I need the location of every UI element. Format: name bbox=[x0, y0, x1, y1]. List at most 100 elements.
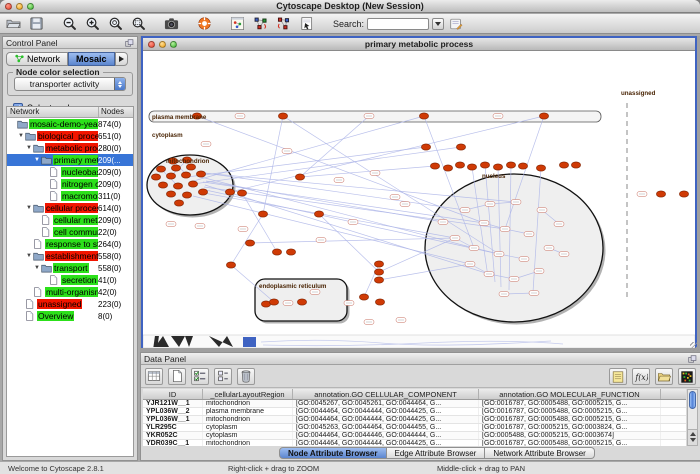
layout-network-2-button[interactable] bbox=[275, 15, 292, 32]
network-node-selected[interactable] bbox=[237, 190, 246, 196]
tab-network-attribute-browser[interactable]: Network Attribute Browser bbox=[485, 447, 594, 459]
tree-row[interactable]: ▼transport558(0) bbox=[7, 262, 133, 274]
table-scrollbar[interactable] bbox=[687, 389, 698, 446]
network-node-selected[interactable] bbox=[173, 183, 182, 189]
snapshot-button[interactable] bbox=[163, 15, 180, 32]
tree-row[interactable]: ▼cellular process614(0) bbox=[7, 202, 133, 214]
attribute-table-button[interactable] bbox=[145, 368, 163, 385]
tree-column-nodes[interactable]: Nodes bbox=[99, 107, 133, 117]
save-button[interactable] bbox=[28, 15, 45, 32]
network-node-selected[interactable] bbox=[286, 249, 295, 255]
network-edge[interactable] bbox=[187, 147, 426, 177]
table-row[interactable]: YKR052Ccytoplasm[GO:0044464, GO:0044446,… bbox=[143, 432, 686, 440]
scroll-up-icon[interactable] bbox=[690, 432, 696, 436]
import-attributes-button[interactable] bbox=[655, 368, 673, 385]
network-node-selected[interactable] bbox=[430, 163, 439, 169]
tree-row[interactable]: ▼primary metabo209(... bbox=[7, 154, 133, 166]
network-node-selected[interactable] bbox=[151, 174, 160, 180]
network-edge[interactable] bbox=[300, 166, 435, 177]
layout-network-1-button[interactable] bbox=[252, 15, 269, 32]
help-ring-button[interactable] bbox=[196, 15, 213, 32]
tab-mosaic[interactable]: Mosaic bbox=[68, 52, 115, 66]
search-input[interactable] bbox=[367, 18, 429, 30]
network-node-selected[interactable] bbox=[171, 165, 180, 171]
scrollbar-thumb[interactable] bbox=[689, 391, 696, 409]
network-node-selected[interactable] bbox=[314, 211, 323, 217]
network-node-selected[interactable] bbox=[571, 162, 580, 168]
network-node-selected[interactable] bbox=[374, 269, 383, 275]
select-attributes-button[interactable] bbox=[191, 368, 209, 385]
tab-edge-attribute-browser[interactable]: Edge Attribute Browser bbox=[387, 447, 486, 459]
network-node-selected[interactable] bbox=[456, 144, 465, 150]
open-file-button[interactable] bbox=[5, 15, 22, 32]
table-row[interactable]: YLR295Ccytoplasm[GO:0045263, GO:0044464,… bbox=[143, 424, 686, 432]
network-node-selected[interactable] bbox=[419, 113, 428, 119]
zoom-selected-button[interactable] bbox=[130, 15, 147, 32]
network-node-selected[interactable] bbox=[506, 162, 515, 168]
network-node-selected[interactable] bbox=[493, 164, 502, 170]
tree-row[interactable]: nitrogen compo209(0) bbox=[7, 178, 133, 190]
column-format-button[interactable] bbox=[214, 368, 232, 385]
tab-network[interactable]: Network bbox=[6, 52, 68, 66]
delete-attribute-button[interactable] bbox=[237, 368, 255, 385]
network-node-selected[interactable] bbox=[182, 192, 191, 198]
network-node-selected[interactable] bbox=[181, 172, 190, 178]
table-row[interactable]: YPL036W__1mitochondrion[GO:0044464, GO:0… bbox=[143, 416, 686, 424]
table-row[interactable]: YJR121W__1mitochondrion[GO:0045267, GO:0… bbox=[143, 400, 686, 408]
column-header[interactable]: annotation.GO CELLULAR_COMPONENT bbox=[293, 389, 479, 399]
notes-button[interactable] bbox=[609, 368, 627, 385]
tab-overflow-button[interactable] bbox=[115, 52, 128, 66]
heatmap-matrix-button[interactable] bbox=[678, 368, 696, 385]
network-node-selected[interactable] bbox=[269, 299, 278, 305]
network-node-selected[interactable] bbox=[518, 163, 527, 169]
tab-node-attribute-browser[interactable]: Node Attribute Browser bbox=[279, 447, 387, 459]
network-node-selected[interactable] bbox=[198, 189, 207, 195]
scroll-down-icon[interactable] bbox=[690, 438, 696, 442]
column-header[interactable]: annotation.GO MOLECULAR_FUNCTION bbox=[479, 389, 661, 399]
network-node-selected[interactable] bbox=[455, 162, 464, 168]
network-edge[interactable] bbox=[250, 238, 455, 243]
network-view-titlebar[interactable]: primary metabolic process bbox=[143, 38, 695, 51]
tree-column-network[interactable]: Network bbox=[7, 107, 99, 117]
network-node-selected[interactable] bbox=[245, 240, 254, 246]
tree-row[interactable]: response to stimulu264(0) bbox=[7, 238, 133, 250]
tree-row[interactable]: macromolecule311(0) bbox=[7, 190, 133, 202]
network-edge[interactable] bbox=[193, 147, 461, 184]
annotation-select-button[interactable] bbox=[298, 15, 315, 32]
tree-row[interactable]: secretion41(0) bbox=[7, 274, 133, 286]
network-node-selected[interactable] bbox=[480, 162, 489, 168]
node-color-combobox[interactable]: transporter activity bbox=[14, 77, 126, 91]
network-node-selected[interactable] bbox=[443, 165, 452, 171]
network-node-selected[interactable] bbox=[174, 200, 183, 206]
tree-row[interactable]: cellular metabol209(0) bbox=[7, 214, 133, 226]
zoom-fit-button[interactable] bbox=[107, 15, 124, 32]
column-header[interactable]: _cellularLayoutRegion bbox=[203, 389, 293, 399]
network-node-selected[interactable] bbox=[297, 299, 306, 305]
network-node-selected[interactable] bbox=[374, 261, 383, 267]
network-node-selected[interactable] bbox=[536, 165, 545, 171]
network-node-selected[interactable] bbox=[421, 144, 430, 150]
network-node-selected[interactable] bbox=[272, 249, 281, 255]
resize-grip[interactable] bbox=[690, 342, 699, 351]
network-canvas[interactable]: plasma membranecytoplasmmitochondrionnuc… bbox=[143, 51, 695, 348]
network-node-selected[interactable] bbox=[375, 299, 384, 305]
float-panel-icon[interactable] bbox=[124, 38, 135, 51]
network-node-selected[interactable] bbox=[156, 166, 165, 172]
table-row[interactable]: YPL036W__2plasma membrane[GO:0044464, GO… bbox=[143, 408, 686, 416]
network-edge[interactable] bbox=[198, 192, 455, 238]
tree-row[interactable]: multi-organism pro42(0) bbox=[7, 286, 133, 298]
new-attribute-button[interactable] bbox=[168, 368, 186, 385]
zoom-out-button[interactable] bbox=[61, 15, 78, 32]
network-node-selected[interactable] bbox=[158, 182, 167, 188]
network-node-selected[interactable] bbox=[188, 181, 197, 187]
network-node-selected[interactable] bbox=[559, 162, 568, 168]
network-edge[interactable] bbox=[231, 214, 263, 265]
tree-row[interactable]: ▼metabolic process280(0) bbox=[7, 142, 133, 154]
network-node-selected[interactable] bbox=[278, 113, 287, 119]
network-node-selected[interactable] bbox=[196, 171, 205, 177]
column-header[interactable]: ID bbox=[143, 389, 203, 399]
network-node-selected[interactable] bbox=[295, 174, 304, 180]
network-node-selected[interactable] bbox=[226, 262, 235, 268]
network-edge[interactable] bbox=[197, 116, 484, 223]
network-node-selected[interactable] bbox=[539, 113, 548, 119]
